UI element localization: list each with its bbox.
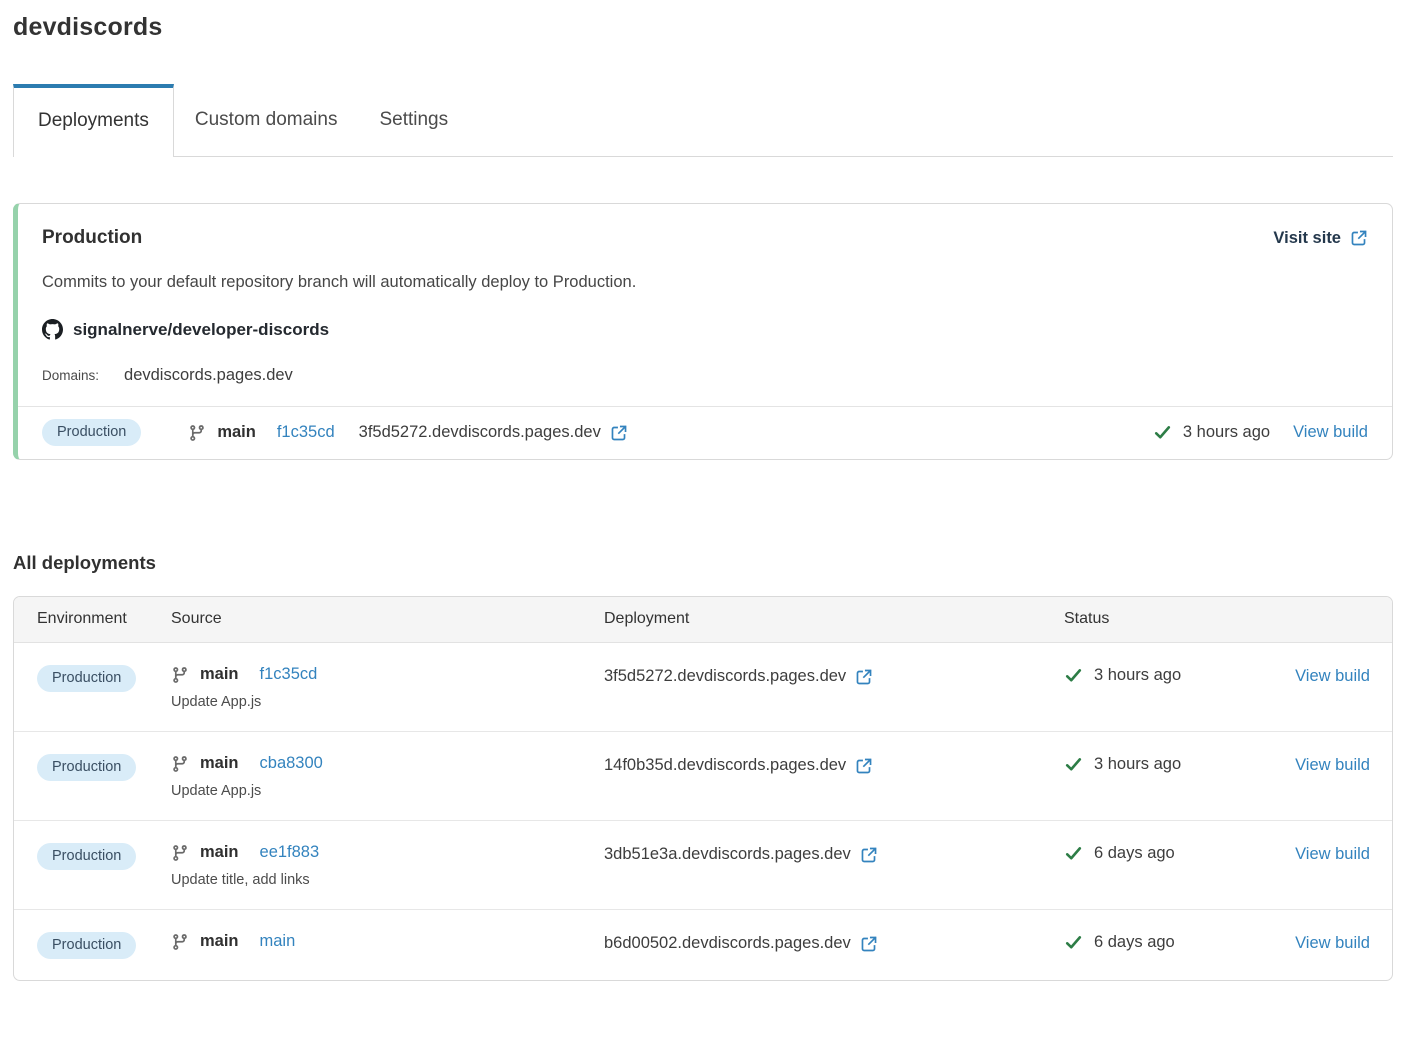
column-header-environment: Environment bbox=[37, 610, 171, 628]
status-time: 3 hours ago bbox=[1094, 755, 1181, 774]
status-time: 6 days ago bbox=[1094, 933, 1175, 952]
table-row: Production main cba8300 Update App.js 14… bbox=[14, 732, 1392, 821]
tab-deployments[interactable]: Deployments bbox=[13, 84, 174, 157]
page: devdiscords Deployments Custom domains S… bbox=[0, 0, 1413, 989]
external-link-icon[interactable] bbox=[855, 757, 873, 775]
view-build-link[interactable]: View build bbox=[1295, 845, 1370, 863]
tab-custom-domains[interactable]: Custom domains bbox=[174, 84, 359, 156]
external-link-icon[interactable] bbox=[610, 424, 628, 442]
column-header-deployment: Deployment bbox=[604, 610, 1064, 628]
external-link-icon[interactable] bbox=[860, 846, 878, 864]
tab-settings[interactable]: Settings bbox=[358, 84, 469, 156]
environment-badge: Production bbox=[37, 754, 136, 781]
environment-badge: Production bbox=[37, 932, 136, 959]
deployments-table: Environment Source Deployment Status Pro… bbox=[13, 596, 1393, 981]
external-link-icon bbox=[1350, 229, 1368, 247]
git-branch-icon bbox=[171, 844, 189, 862]
production-description: Commits to your default repository branc… bbox=[42, 273, 1368, 292]
visit-site-label: Visit site bbox=[1273, 229, 1341, 248]
commit-message: Update title, add links bbox=[171, 872, 604, 888]
deployment-url: 3f5d5272.devdiscords.pages.dev bbox=[359, 423, 601, 442]
git-branch-icon bbox=[171, 666, 189, 684]
status-time: 6 days ago bbox=[1094, 844, 1175, 863]
commit-link[interactable]: cba8300 bbox=[260, 754, 323, 773]
deployment-url: 3f5d5272.devdiscords.pages.dev bbox=[604, 667, 846, 686]
visit-site-link[interactable]: Visit site bbox=[1273, 229, 1368, 248]
view-build-link[interactable]: View build bbox=[1293, 423, 1368, 442]
environment-badge: Production bbox=[42, 419, 141, 446]
deployment-url: b6d00502.devdiscords.pages.dev bbox=[604, 934, 851, 953]
git-branch-icon bbox=[171, 933, 189, 951]
production-deployment-row: Production main f1c35cd 3f5d5272.devdisc… bbox=[18, 406, 1392, 459]
view-build-link[interactable]: View build bbox=[1295, 934, 1370, 952]
branch-name: main bbox=[200, 843, 239, 862]
environment-badge: Production bbox=[37, 665, 136, 692]
tab-bar: Deployments Custom domains Settings bbox=[13, 84, 1393, 157]
page-title: devdiscords bbox=[13, 13, 1393, 42]
branch-name: main bbox=[200, 665, 239, 684]
commit-link[interactable]: f1c35cd bbox=[277, 423, 335, 442]
production-domain: devdiscords.pages.dev bbox=[124, 366, 293, 385]
git-branch-icon bbox=[188, 424, 206, 442]
all-deployments-title: All deployments bbox=[13, 552, 1393, 574]
table-row: Production main main b6d00502.devdiscord… bbox=[14, 910, 1392, 980]
domains-label: Domains: bbox=[42, 368, 99, 383]
production-card-title: Production bbox=[42, 227, 142, 249]
environment-badge: Production bbox=[37, 843, 136, 870]
git-branch-icon bbox=[171, 755, 189, 773]
check-icon bbox=[1064, 933, 1083, 952]
view-build-link[interactable]: View build bbox=[1295, 667, 1370, 685]
status-time: 3 hours ago bbox=[1183, 423, 1270, 442]
deployments-table-body: Production main f1c35cd Update App.js 3f… bbox=[14, 643, 1392, 980]
table-row: Production main ee1f883 Update title, ad… bbox=[14, 821, 1392, 910]
table-row: Production main f1c35cd Update App.js 3f… bbox=[14, 643, 1392, 732]
deployment-url: 14f0b35d.devdiscords.pages.dev bbox=[604, 756, 846, 775]
view-build-link[interactable]: View build bbox=[1295, 756, 1370, 774]
repository-name[interactable]: signalnerve/developer-discords bbox=[73, 320, 329, 340]
check-icon bbox=[1064, 755, 1083, 774]
commit-link[interactable]: ee1f883 bbox=[260, 843, 320, 862]
deployments-table-header: Environment Source Deployment Status bbox=[14, 597, 1392, 643]
deployment-url: 3db51e3a.devdiscords.pages.dev bbox=[604, 845, 851, 864]
commit-link[interactable]: main bbox=[260, 932, 296, 951]
branch-name: main bbox=[200, 932, 239, 951]
external-link-icon[interactable] bbox=[860, 935, 878, 953]
branch-name: main bbox=[217, 423, 256, 442]
column-header-status: Status bbox=[1064, 610, 1271, 628]
commit-link[interactable]: f1c35cd bbox=[260, 665, 318, 684]
branch-name: main bbox=[200, 754, 239, 773]
column-header-source: Source bbox=[171, 610, 604, 628]
external-link-icon[interactable] bbox=[855, 668, 873, 686]
commit-message: Update App.js bbox=[171, 694, 604, 710]
production-card: Production Visit site Commits to your de… bbox=[13, 203, 1393, 460]
status-time: 3 hours ago bbox=[1094, 666, 1181, 685]
check-icon bbox=[1064, 844, 1083, 863]
commit-message: Update App.js bbox=[171, 783, 604, 799]
check-icon bbox=[1064, 666, 1083, 685]
github-icon bbox=[42, 319, 63, 340]
check-icon bbox=[1153, 423, 1172, 442]
